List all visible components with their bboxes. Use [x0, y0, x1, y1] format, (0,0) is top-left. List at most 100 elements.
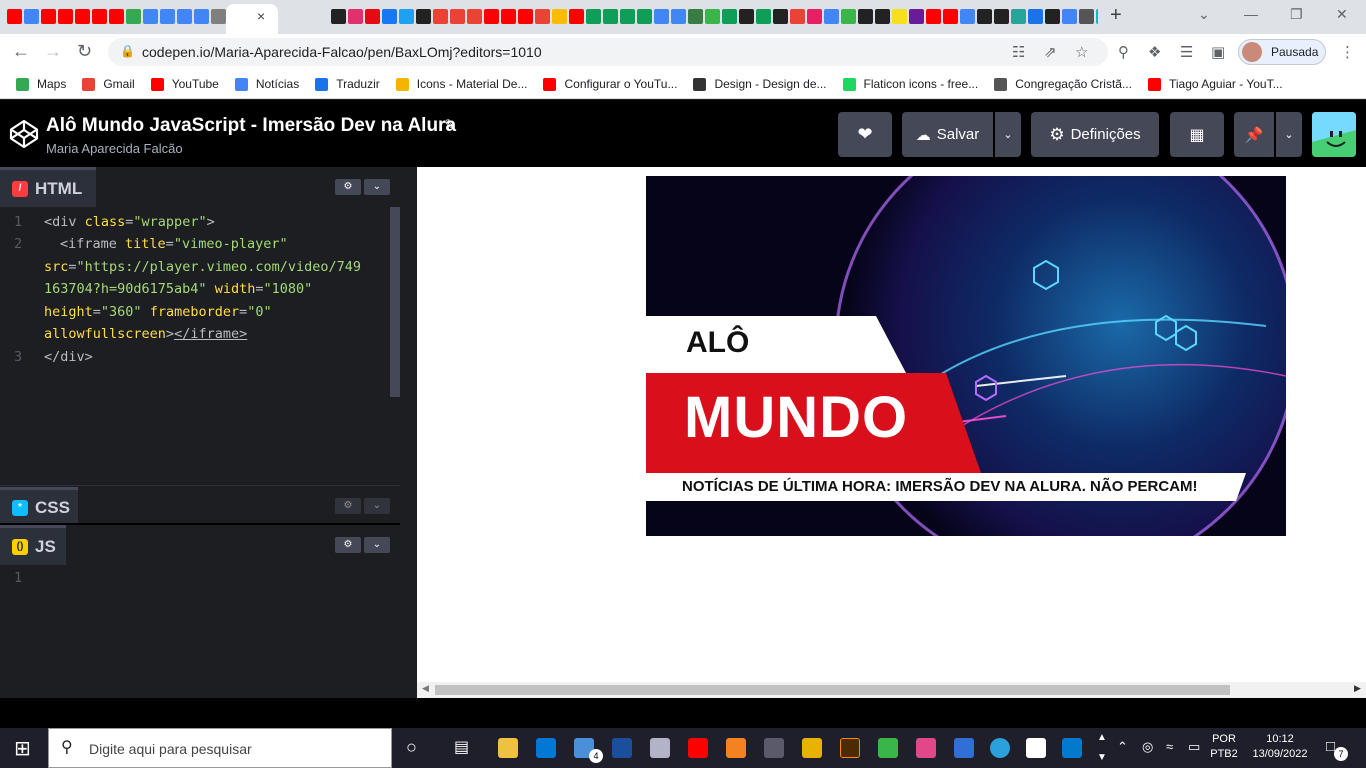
tab-favicon-icon[interactable]: [467, 9, 482, 24]
tab-favicon-icon[interactable]: [790, 9, 805, 24]
tab-favicon-icon[interactable]: [1096, 9, 1098, 24]
tab-favicon-icon[interactable]: [399, 9, 414, 24]
html-editor-scrollbar[interactable]: [390, 207, 400, 397]
tab-favicon-icon[interactable]: [977, 9, 992, 24]
minimize-button[interactable]: —: [1244, 6, 1258, 22]
tab-favicon-icon[interactable]: [58, 9, 73, 24]
tab-favicon-icon[interactable]: [1011, 9, 1026, 24]
tab-favicon-icon[interactable]: [433, 9, 448, 24]
tab-favicons-strip[interactable]: [6, 8, 1098, 26]
tab-favicon-icon[interactable]: [603, 9, 618, 24]
lock-icon[interactable]: 🔒: [120, 44, 135, 58]
tab-favicon-icon[interactable]: [450, 9, 465, 24]
translate-icon[interactable]: ☷: [1012, 43, 1025, 61]
tab-favicon-icon[interactable]: [654, 9, 669, 24]
back-arrow-icon[interactable]: ←: [12, 41, 30, 62]
tab-favicon-icon[interactable]: [552, 9, 567, 24]
share-icon[interactable]: ⇗: [1044, 43, 1057, 61]
bookmark-item[interactable]: Traduzir: [315, 77, 380, 91]
bookmark-item[interactable]: Tiago Aguiar - YouT...: [1147, 77, 1283, 91]
user-app-icon[interactable]: [802, 738, 822, 758]
cortana-icon[interactable]: ○: [406, 737, 417, 758]
tab-favicon-icon[interactable]: [535, 9, 550, 24]
tab-favicon-icon[interactable]: [348, 9, 363, 24]
css-settings-icon[interactable]: ⚙: [335, 498, 361, 514]
tab-favicon-icon[interactable]: [569, 9, 584, 24]
tab-favicon-icon[interactable]: [858, 9, 873, 24]
css-editor-tab[interactable]: * CSS: [0, 487, 78, 525]
tab-favicon-icon[interactable]: [705, 9, 720, 24]
layout-button[interactable]: ▦: [1170, 112, 1224, 157]
language-indicator[interactable]: POR PTB2: [1206, 733, 1242, 760]
media-queue-icon[interactable]: ☰: [1180, 43, 1193, 61]
settings-button[interactable]: ⚙ Definições: [1031, 112, 1159, 157]
pen-title[interactable]: Alô Mundo JavaScript - Imersão Dev na Al…: [46, 115, 456, 137]
codepen-logo-icon[interactable]: [8, 118, 40, 150]
tab-favicon-icon[interactable]: [365, 9, 380, 24]
tab-favicon-icon[interactable]: [501, 9, 516, 24]
bookmark-item[interactable]: Maps: [16, 77, 66, 91]
github-desktop-icon[interactable]: [612, 738, 632, 758]
js-code-area[interactable]: 1: [0, 565, 400, 698]
scroll-up-icon[interactable]: ▲: [1097, 732, 1107, 743]
tab-favicon-icon[interactable]: [160, 9, 175, 24]
scroll-left-arrow-icon[interactable]: ◀: [422, 683, 429, 694]
new-tab-button[interactable]: +: [1110, 4, 1122, 27]
tab-favicon-icon[interactable]: [1028, 9, 1043, 24]
cube-app-icon[interactable]: [878, 738, 898, 758]
js-collapse-icon[interactable]: ⌄: [364, 537, 390, 553]
forward-arrow-icon[interactable]: →: [44, 41, 62, 62]
tab-favicon-icon[interactable]: [841, 9, 856, 24]
tab-favicon-icon[interactable]: [416, 9, 431, 24]
tab-favicon-icon[interactable]: [518, 9, 533, 24]
close-window-button[interactable]: ✕: [1336, 6, 1348, 23]
preview-horizontal-scrollbar[interactable]: ◀ ▶: [417, 682, 1366, 698]
scrollbar-thumb[interactable]: [435, 685, 1230, 695]
tab-favicon-icon[interactable]: [484, 9, 499, 24]
js-settings-icon[interactable]: ⚙: [335, 537, 361, 553]
evernote-icon[interactable]: [1026, 738, 1046, 758]
scroll-down-icon[interactable]: ▼: [1097, 752, 1107, 763]
panel-resizer[interactable]: [401, 167, 417, 698]
tab-favicon-icon[interactable]: [109, 9, 124, 24]
tab-favicon-icon[interactable]: [960, 9, 975, 24]
html-settings-icon[interactable]: ⚙: [335, 179, 361, 195]
scroll-right-arrow-icon[interactable]: ▶: [1354, 683, 1361, 694]
tab-favicon-icon[interactable]: [92, 9, 107, 24]
creative-cloud-icon[interactable]: [916, 738, 936, 758]
tab-favicon-icon[interactable]: [177, 9, 192, 24]
telegram-icon[interactable]: [990, 738, 1010, 758]
tab-favicon-icon[interactable]: [773, 9, 788, 24]
bookmark-item[interactable]: Notícias: [234, 77, 299, 91]
html-code-area[interactable]: 1 2 3 <div class="wrapper"> <iframe titl…: [0, 207, 400, 485]
tab-favicon-icon[interactable]: [194, 9, 209, 24]
tab-favicon-icon[interactable]: [382, 9, 397, 24]
tab-favicon-icon[interactable]: [926, 9, 941, 24]
tab-favicon-icon[interactable]: [875, 9, 890, 24]
tab-search-icon[interactable]: ⌄: [1198, 6, 1210, 23]
tab-favicon-icon[interactable]: [1062, 9, 1077, 24]
vscode-icon[interactable]: [1062, 738, 1082, 758]
tab-favicon-icon[interactable]: [824, 9, 839, 24]
heart-button[interactable]: ❤: [838, 112, 892, 157]
html-collapse-icon[interactable]: ⌄: [364, 179, 390, 195]
css-collapse-icon[interactable]: ⌄: [364, 498, 390, 514]
profile-button[interactable]: Pausada: [1238, 39, 1326, 65]
maximize-button[interactable]: ❐: [1290, 6, 1303, 23]
address-bar[interactable]: 🔒 codepen.io/Maria-Aparecida-Falcao/pen/…: [108, 38, 1108, 66]
clock[interactable]: 10:12 13/09/2022: [1244, 733, 1316, 760]
tab-favicon-icon[interactable]: [756, 9, 771, 24]
tab-favicon-icon[interactable]: [1045, 9, 1060, 24]
reload-icon[interactable]: ↻: [77, 41, 92, 62]
bookmark-star-icon[interactable]: ☆: [1075, 43, 1088, 61]
task-view-icon[interactable]: ▤: [454, 737, 469, 757]
tab-favicon-icon[interactable]: [143, 9, 158, 24]
html-editor-tab[interactable]: / HTML: [0, 167, 96, 207]
extensions-puzzle-icon[interactable]: ❖: [1148, 43, 1161, 61]
calculator-icon[interactable]: [764, 738, 784, 758]
save-button[interactable]: ☁ Salvar: [902, 112, 993, 157]
tab-favicon-icon[interactable]: [211, 9, 226, 24]
tab-favicon-icon[interactable]: [671, 9, 686, 24]
youtube-icon[interactable]: [688, 738, 708, 758]
tab-favicon-icon[interactable]: [909, 9, 924, 24]
